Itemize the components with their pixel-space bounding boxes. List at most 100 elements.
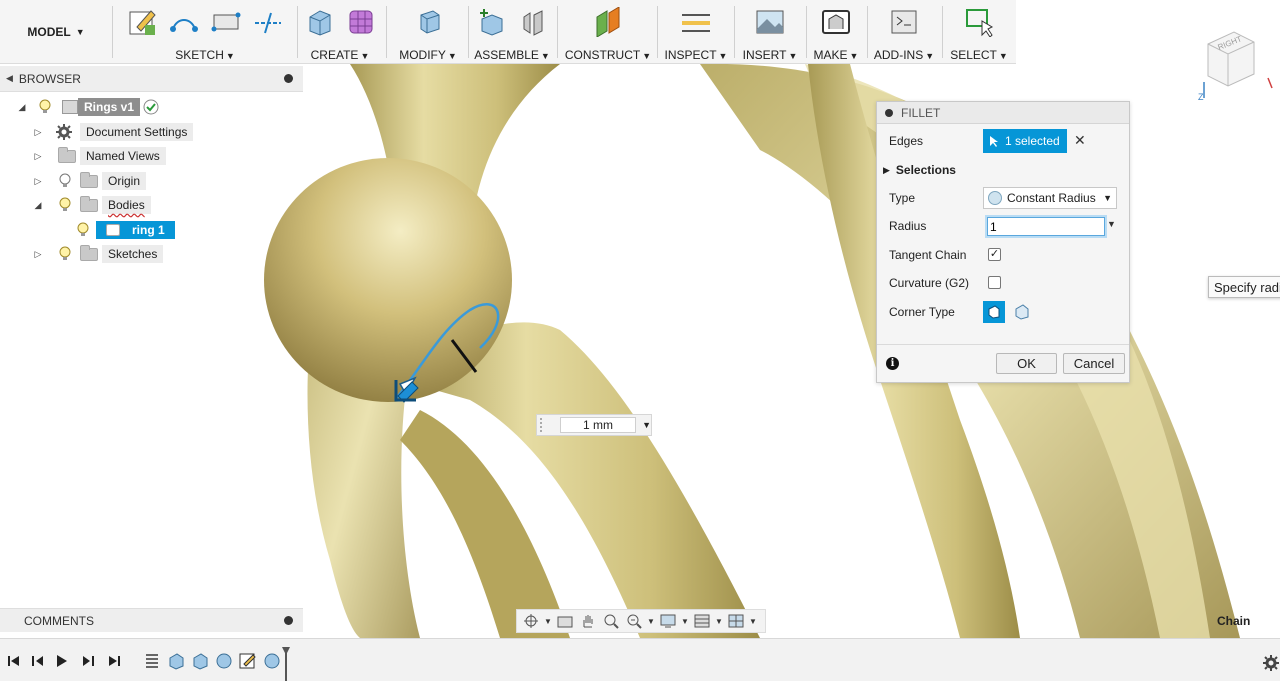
display-settings-icon[interactable] (658, 612, 678, 630)
timeline-settings-gear-icon[interactable] (1263, 655, 1279, 671)
form-icon[interactable] (345, 6, 377, 38)
rectangle-icon[interactable] (210, 6, 242, 38)
step-forward-icon[interactable] (80, 654, 96, 668)
chevron-down-icon[interactable]: ▼ (647, 617, 655, 626)
expand-toggle-icon[interactable]: ▷ (32, 249, 44, 260)
radius-manipulator-value[interactable]: 1 mm (559, 417, 637, 433)
visibility-bulb-icon[interactable] (58, 246, 72, 262)
radius-units-dropdown-icon[interactable]: ▼ (1107, 219, 1116, 229)
setback-corner-button[interactable] (1013, 303, 1031, 321)
bodies-label[interactable]: Bodies (102, 196, 151, 214)
sketch-group[interactable]: SKETCH ▼ (114, 0, 296, 64)
sketches-label[interactable]: Sketches (102, 245, 164, 263)
visibility-bulb-icon[interactable] (38, 99, 52, 115)
sphere-feature-icon[interactable] (215, 652, 233, 670)
press-pull-icon[interactable] (412, 6, 444, 38)
select-icon[interactable] (963, 6, 995, 38)
step-back-icon[interactable] (30, 654, 46, 668)
ring-1-selected[interactable]: ring 1 (96, 221, 175, 239)
tree-item-bodies[interactable]: ◢ Bodies (32, 195, 151, 215)
visibility-bulb-icon[interactable] (76, 222, 90, 238)
grid-settings-icon[interactable] (692, 612, 712, 630)
offset-plane-icon[interactable] (592, 6, 624, 38)
inspect-group[interactable]: INSPECT ▼ (658, 0, 734, 64)
insert-image-icon[interactable] (754, 6, 786, 38)
expand-toggle-icon[interactable]: ▷ (32, 127, 44, 138)
select-group[interactable]: SELECT ▼ (943, 0, 1015, 64)
create-sketch-icon[interactable] (126, 6, 158, 38)
visibility-bulb-icon[interactable] (58, 173, 72, 189)
ok-button[interactable]: OK (996, 353, 1057, 374)
chevron-down-icon[interactable]: ▼ (681, 617, 689, 626)
viewports-icon[interactable] (726, 612, 746, 630)
expand-toggle-icon[interactable]: ▷ (32, 151, 44, 162)
chevron-down-icon[interactable]: ▼ (544, 617, 552, 626)
named-views-label[interactable]: Named Views (80, 147, 166, 165)
view-cube[interactable]: RIGHT Z (1194, 22, 1274, 102)
create-group[interactable]: CREATE ▼ (298, 0, 382, 64)
orbit-icon[interactable] (521, 612, 541, 630)
chevron-down-icon[interactable]: ▼ (749, 617, 757, 626)
comments-panel-header[interactable]: COMMENTS (0, 608, 303, 632)
tree-item-sketches[interactable]: ▷ Sketches (32, 244, 164, 264)
new-component-icon[interactable] (475, 6, 507, 38)
info-icon[interactable]: i (886, 357, 899, 370)
add-ins-group[interactable]: ADD-INS ▼ (868, 0, 940, 64)
radius-input[interactable] (987, 217, 1105, 236)
collapse-caret-icon[interactable]: ◀ (6, 73, 13, 84)
3d-print-icon[interactable] (820, 6, 852, 38)
radius-manipulator-input[interactable]: 1 mm ▼ (536, 414, 652, 436)
fillet-type-select[interactable]: Constant Radius ▼ (983, 187, 1117, 209)
drag-grip-icon[interactable] (540, 418, 546, 432)
visibility-bulb-icon[interactable] (58, 197, 72, 213)
joint-icon[interactable] (517, 6, 549, 38)
tree-item-ring-1[interactable]: ring 1 (76, 220, 175, 240)
look-at-icon[interactable] (555, 612, 575, 630)
sketch-feature-icon[interactable] (239, 652, 257, 670)
cancel-button[interactable]: Cancel (1063, 353, 1125, 374)
dialog-collapse-icon[interactable] (885, 108, 893, 117)
sweep-feature-icon[interactable] (191, 652, 209, 670)
revolve-feature-icon[interactable] (167, 652, 185, 670)
trim-icon[interactable] (252, 6, 284, 38)
modify-group[interactable]: MODIFY ▼ (387, 0, 469, 64)
browser-panel-header[interactable]: ◀ BROWSER (0, 66, 303, 92)
selections-group-toggle[interactable]: ▶ Selections (883, 163, 956, 177)
assemble-group[interactable]: ASSEMBLE ▼ (469, 0, 555, 64)
bead-sphere[interactable] (264, 158, 512, 402)
pan-hand-icon[interactable] (578, 612, 598, 630)
make-group[interactable]: MAKE ▼ (807, 0, 865, 64)
expand-toggle-icon[interactable]: ◢ (32, 200, 44, 211)
extrude-icon[interactable] (303, 6, 335, 38)
coil-feature-icon[interactable] (143, 652, 161, 670)
panel-options-icon[interactable] (284, 74, 293, 83)
rolling-ball-corner-button[interactable] (983, 301, 1005, 323)
sphere-feature-icon[interactable] (263, 652, 281, 670)
scripts-icon[interactable] (888, 6, 920, 38)
chevron-down-icon[interactable]: ▼ (642, 420, 651, 430)
tangent-chain-checkbox[interactable]: ✓ (988, 248, 1001, 261)
zoom-icon[interactable] (601, 612, 621, 630)
fillet-dialog-header[interactable]: FILLET (877, 102, 1129, 124)
go-to-end-icon[interactable] (106, 654, 122, 668)
construct-group[interactable]: CONSTRUCT ▼ (558, 0, 658, 64)
arc-icon[interactable] (168, 6, 200, 38)
play-icon[interactable] (54, 654, 70, 668)
document-settings-label[interactable]: Document Settings (80, 123, 194, 141)
expand-toggle-icon[interactable]: ▷ (32, 176, 44, 187)
tree-item-origin[interactable]: ▷ Origin (32, 171, 147, 191)
chevron-down-icon[interactable]: ▼ (715, 617, 723, 626)
timeline-marker-icon[interactable] (282, 647, 290, 681)
tree-item-named-views[interactable]: ▷ Named Views (32, 146, 166, 166)
workspace-switcher[interactable]: MODEL ▼ (6, 0, 106, 64)
fit-zoom-icon[interactable] (624, 612, 644, 630)
measure-icon[interactable] (680, 6, 712, 38)
origin-label[interactable]: Origin (102, 172, 147, 190)
tree-item-document-settings[interactable]: ▷ Document Settings (32, 122, 194, 142)
go-to-start-icon[interactable] (6, 654, 22, 668)
tree-root-rings[interactable]: ◢ Rings v1 (16, 97, 159, 117)
curvature-g2-checkbox[interactable] (988, 276, 1001, 289)
add-comment-icon[interactable] (284, 616, 293, 625)
root-label[interactable]: Rings v1 (78, 98, 141, 116)
clear-selection-icon[interactable]: ✕ (1074, 132, 1086, 149)
